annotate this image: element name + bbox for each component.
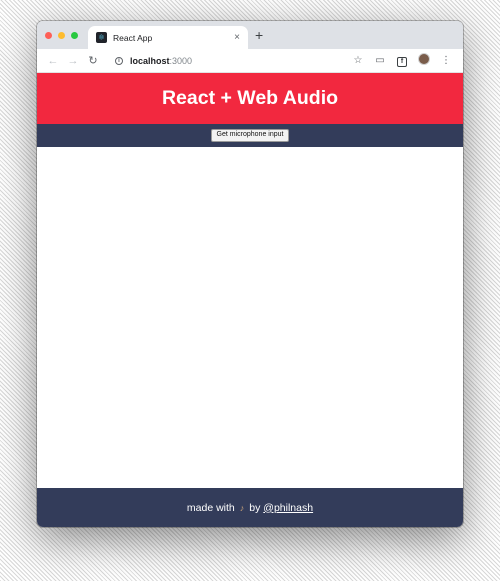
url-host: localhost bbox=[130, 55, 170, 66]
main-content bbox=[37, 147, 463, 488]
menu-icon[interactable]: ⋮ bbox=[435, 55, 457, 66]
extension-icon[interactable]: f bbox=[391, 55, 413, 67]
browser-toolbar: ← → ↻ i localhost:3000 ☆ ▭ f ⋮ bbox=[37, 49, 463, 73]
cast-icon[interactable]: ▭ bbox=[369, 55, 391, 66]
profile-icon[interactable] bbox=[413, 53, 435, 68]
app-title: React + Web Audio bbox=[161, 87, 339, 109]
footer-made-with: made with bbox=[186, 501, 235, 514]
app-footer: made with ♪ by @philnash bbox=[37, 488, 463, 527]
guitar-icon: ♪ bbox=[239, 502, 245, 513]
tab-close-icon[interactable]: × bbox=[234, 32, 240, 43]
controls-bar: Get microphone input bbox=[37, 124, 463, 147]
new-tab-icon[interactable]: + bbox=[255, 28, 263, 42]
forward-icon[interactable]: → bbox=[63, 55, 83, 67]
info-icon[interactable]: i bbox=[115, 56, 123, 65]
author-link[interactable]: @philnash bbox=[263, 502, 313, 514]
address-bar[interactable]: i localhost:3000 bbox=[109, 52, 341, 70]
footer-by: by bbox=[249, 501, 261, 514]
browser-window: ⚛ React App × + ← → ↻ i localhost:3000 ☆… bbox=[37, 21, 463, 527]
get-microphone-input-button[interactable]: Get microphone input bbox=[210, 129, 290, 142]
tab-strip: ⚛ React App × + bbox=[37, 21, 463, 49]
window-maximize-button[interactable] bbox=[71, 32, 78, 39]
tab-title: React App bbox=[113, 32, 153, 43]
tab-react-app[interactable]: ⚛ React App × bbox=[88, 26, 248, 49]
reload-icon[interactable]: ↻ bbox=[83, 54, 103, 67]
window-minimize-button[interactable] bbox=[58, 32, 65, 39]
app-header: React + Web Audio bbox=[37, 73, 463, 124]
star-icon[interactable]: ☆ bbox=[347, 55, 369, 66]
back-icon[interactable]: ← bbox=[43, 55, 63, 67]
url-port: :3000 bbox=[169, 55, 193, 66]
react-favicon-icon: ⚛ bbox=[96, 32, 107, 43]
window-close-button[interactable] bbox=[45, 32, 52, 39]
